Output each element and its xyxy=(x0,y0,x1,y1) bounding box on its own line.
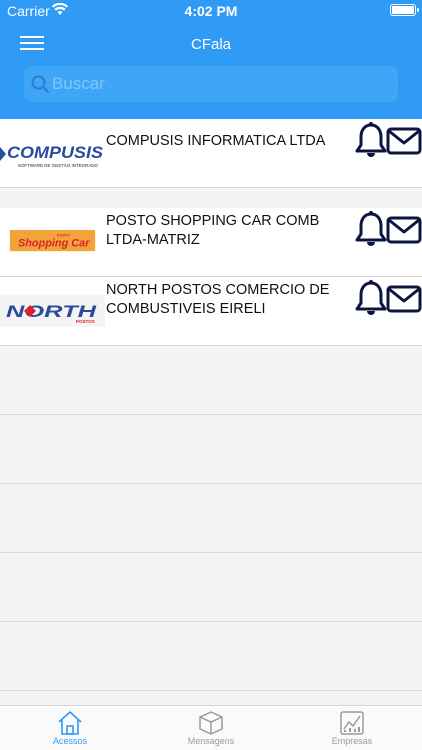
bell-icon[interactable] xyxy=(354,121,388,159)
search-bar[interactable] xyxy=(24,66,398,102)
tab-acessos[interactable]: Acessos xyxy=(0,706,140,750)
page-title: CFala xyxy=(190,36,231,53)
svg-text:COMPUSIS: COMPUSIS xyxy=(7,143,104,162)
list-item[interactable]: POSTO Shopping Car POSTO SHOPPING CAR CO… xyxy=(0,208,422,277)
empty-row xyxy=(0,415,422,484)
search-icon xyxy=(31,75,49,93)
company-name: NORTH POSTOS COMERCIO DE COMBUSTIVEIS EI… xyxy=(106,282,330,317)
empty-row xyxy=(0,553,422,622)
shopping-car-logo: POSTO Shopping Car xyxy=(9,230,96,252)
svg-text:SOFTWARE DE GESTÃO INTEGRADO: SOFTWARE DE GESTÃO INTEGRADO xyxy=(18,163,99,168)
company-name: COMPUSIS INFORMATICA LTDA xyxy=(106,133,326,149)
tab-bar: Acessos Mensagens Empresas xyxy=(0,705,422,750)
svg-text:Shopping Car: Shopping Car xyxy=(18,237,90,249)
list-item[interactable]: NORTH POSTOS NORTH POSTOS COMERCIO DE CO… xyxy=(0,277,422,346)
mail-icon[interactable] xyxy=(386,216,422,244)
box-icon xyxy=(199,711,223,735)
tab-label: Empresas xyxy=(331,736,373,746)
company-list: COMPUSIS SOFTWARE DE GESTÃO INTEGRADO CO… xyxy=(0,119,422,705)
tab-mensagens[interactable]: Mensagens xyxy=(141,706,281,750)
status-bar: Carrier 4:02 PM xyxy=(0,0,422,22)
bell-icon[interactable] xyxy=(354,210,388,248)
chart-icon xyxy=(340,711,364,735)
empty-row xyxy=(0,622,422,691)
home-icon xyxy=(58,711,82,735)
north-postos-logo: NORTH POSTOS xyxy=(0,295,105,327)
empty-row xyxy=(0,346,422,415)
tab-label: Mensagens xyxy=(187,736,235,746)
mail-icon[interactable] xyxy=(386,285,422,313)
compusis-logo: COMPUSIS SOFTWARE DE GESTÃO INTEGRADO xyxy=(0,143,104,168)
bell-icon[interactable] xyxy=(354,279,388,317)
company-name: POSTO SHOPPING CAR COMB LTDA-MATRIZ xyxy=(106,213,320,248)
tab-empresas[interactable]: Empresas xyxy=(282,706,422,750)
battery-icon xyxy=(390,4,419,16)
list-item[interactable]: COMPUSIS SOFTWARE DE GESTÃO INTEGRADO CO… xyxy=(0,119,422,188)
svg-text:POSTOS: POSTOS xyxy=(76,319,95,324)
mail-icon[interactable] xyxy=(386,127,422,155)
search-input[interactable] xyxy=(52,70,382,98)
app-header: Carrier 4:02 PM CFala xyxy=(0,0,422,119)
tab-label: Acessos xyxy=(52,736,87,746)
clock: 4:02 PM xyxy=(184,3,238,19)
empty-row xyxy=(0,484,422,553)
